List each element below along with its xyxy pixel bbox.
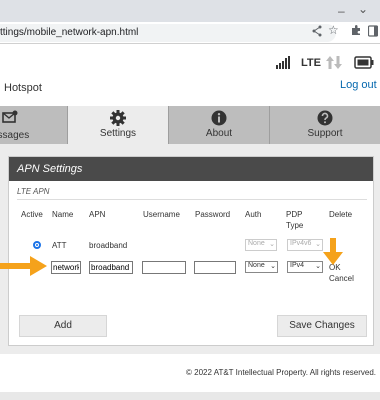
address-bar: ttings/mobile_network-apn.html ☆ bbox=[0, 22, 380, 44]
auth-select[interactable]: None ⌄ bbox=[245, 261, 278, 273]
pdp-type-select-value: IPv4v6 bbox=[290, 240, 312, 247]
apn-name: ATT bbox=[52, 241, 67, 250]
username-input[interactable] bbox=[142, 261, 186, 274]
pdp-type-select-disabled: IPv4v6 ⌄ bbox=[287, 239, 323, 251]
logout-link[interactable]: Log out bbox=[340, 79, 377, 91]
column-header-auth: Auth bbox=[245, 210, 262, 219]
name-input[interactable] bbox=[51, 261, 81, 274]
extensions-icon[interactable] bbox=[350, 24, 362, 36]
auth-select-disabled: None ⌄ bbox=[245, 239, 277, 251]
cancel-link[interactable]: Cancel bbox=[329, 274, 354, 283]
column-header-pdp-type: PDP Type bbox=[286, 210, 304, 230]
tab-about[interactable]: About bbox=[168, 106, 270, 144]
apn-value: broadband bbox=[89, 241, 128, 250]
url-field[interactable]: ttings/mobile_network-apn.html bbox=[0, 24, 336, 42]
data-activity-icon bbox=[326, 56, 342, 69]
column-header-apn: APN bbox=[89, 210, 106, 219]
main-nav: essages Settings About Support bbox=[0, 106, 380, 144]
column-header-name: Name bbox=[52, 210, 74, 219]
tab-messages-label: essages bbox=[0, 130, 30, 141]
signal-strength-icon bbox=[276, 56, 290, 69]
info-icon bbox=[211, 110, 227, 126]
tab-support[interactable]: Support bbox=[270, 106, 380, 144]
gear-icon bbox=[110, 110, 126, 126]
tab-support-label: Support bbox=[307, 128, 343, 139]
auth-select-value: None bbox=[248, 240, 265, 247]
pdp-type-select[interactable]: IPv4 ⌄ bbox=[287, 261, 323, 273]
annotation-arrow-down bbox=[323, 238, 343, 265]
share-icon[interactable] bbox=[312, 25, 322, 37]
envelope-icon bbox=[2, 110, 18, 123]
auth-select-value: None bbox=[248, 262, 265, 269]
add-button[interactable]: Add bbox=[19, 315, 107, 337]
side-panel-icon[interactable] bbox=[368, 25, 378, 37]
column-header-username: Username bbox=[143, 210, 180, 219]
copyright-footer: © 2022 AT&T Intellectual Property. All r… bbox=[186, 368, 376, 377]
network-type-label: LTE bbox=[301, 57, 321, 69]
annotation-arrow-right bbox=[0, 256, 47, 276]
chevron-down-icon[interactable]: ⌄ bbox=[358, 2, 368, 16]
column-header-delete: Delete bbox=[329, 210, 353, 219]
save-changes-button[interactable]: Save Changes bbox=[277, 315, 367, 337]
bottom-bar bbox=[0, 392, 380, 400]
active-radio[interactable] bbox=[33, 241, 41, 249]
page-title: Hotspot bbox=[4, 82, 42, 94]
tab-about-label: About bbox=[205, 128, 233, 139]
tab-messages[interactable]: essages bbox=[0, 106, 68, 144]
battery-icon bbox=[354, 56, 374, 69]
pdp-type-select-value: IPv4 bbox=[290, 262, 305, 269]
column-header-active: Active bbox=[21, 210, 43, 219]
bookmark-star-icon[interactable]: ☆ bbox=[328, 23, 339, 37]
divider bbox=[17, 199, 367, 200]
apn-settings-panel: APN Settings LTE APN Active Name APN Use… bbox=[8, 156, 374, 346]
browser-titlebar: – ⌄ bbox=[0, 0, 380, 22]
tab-settings[interactable]: Settings bbox=[68, 106, 168, 144]
section-label: LTE APN bbox=[17, 187, 50, 196]
url-text: ttings/mobile_network-apn.html bbox=[0, 27, 139, 38]
password-input[interactable] bbox=[194, 261, 236, 274]
apn-input[interactable] bbox=[89, 261, 133, 274]
minimize-button[interactable]: – bbox=[338, 4, 345, 18]
tab-settings-label: Settings bbox=[99, 128, 137, 139]
panel-title: APN Settings bbox=[9, 157, 373, 181]
help-icon bbox=[317, 110, 333, 126]
column-header-password: Password bbox=[195, 210, 231, 219]
